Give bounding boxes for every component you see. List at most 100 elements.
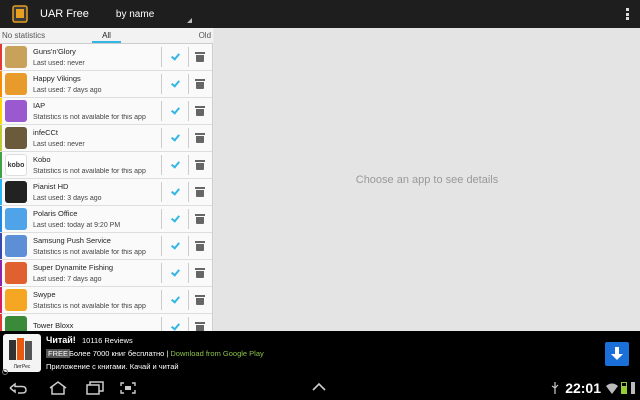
chevron-up-icon[interactable] — [311, 382, 327, 392]
app-list-row[interactable]: Swype Statistics is not available for thi… — [0, 287, 212, 314]
divider — [161, 263, 162, 283]
trash-icon[interactable] — [195, 133, 205, 143]
checkbox-checked-icon[interactable] — [170, 106, 180, 116]
divider — [188, 74, 189, 94]
trash-icon[interactable] — [195, 322, 205, 331]
divider — [161, 47, 162, 67]
divider — [188, 290, 189, 310]
app-status: Statistics is not available for this app — [33, 249, 146, 256]
home-icon[interactable] — [48, 380, 68, 396]
app-list-row[interactable]: infeCCt Last used: never — [0, 125, 212, 152]
app-list-row[interactable]: kobo Kobo Statistics is not available for … — [0, 152, 212, 179]
trash-icon[interactable] — [195, 106, 205, 116]
back-icon[interactable] — [8, 382, 28, 394]
app-list-row[interactable]: Samsung Push Service Statistics is not av… — [0, 233, 212, 260]
app-list-row[interactable]: Polaris Office Last used: today at 9:20 P… — [0, 206, 212, 233]
divider — [161, 182, 162, 202]
app-status: Last used: 7 days ago — [33, 87, 102, 94]
ad-tagline: Приложение с книгами. Качай и читай — [46, 362, 179, 371]
app-status: Last used: 3 days ago — [33, 195, 102, 202]
app-text: infeCCt Last used: never — [33, 128, 161, 148]
divider — [161, 236, 162, 256]
app-text: Polaris Office Last used: today at 9:20 P… — [33, 209, 161, 229]
checkbox-checked-icon[interactable] — [170, 241, 180, 251]
ad-description: Более 7000 книг бесплатно | Download fro… — [69, 349, 264, 358]
tower-icon — [5, 316, 27, 331]
app-name: Pianist HD — [33, 182, 69, 191]
checkbox-checked-icon[interactable] — [170, 79, 180, 89]
ad-logo-text: ЛитРес — [13, 364, 31, 370]
ad-info-icon[interactable] — [2, 369, 8, 375]
trash-icon[interactable] — [195, 214, 205, 224]
app-logo-icon[interactable] — [10, 4, 30, 24]
app-list-row[interactable]: Happy Vikings Last used: 7 days ago — [0, 71, 212, 98]
app-name: infeCCt — [33, 128, 59, 137]
divider — [188, 47, 189, 67]
divider — [188, 101, 189, 121]
wifi-icon — [606, 383, 618, 394]
app-list[interactable]: Guns'n'Glory Last used: never Happy Viking… — [0, 44, 213, 331]
recent-apps-icon[interactable] — [86, 381, 104, 395]
ad-app-logo[interactable]: ЛитРес — [3, 334, 41, 372]
ad-play-link[interactable]: Download from Google Play — [170, 349, 263, 358]
trash-icon[interactable] — [195, 241, 205, 251]
app-status: Statistics is not available for this app — [33, 303, 146, 310]
app-text: Kobo Statistics is not available for this… — [33, 155, 161, 175]
trash-icon[interactable] — [195, 295, 205, 305]
screenshot-icon[interactable] — [120, 382, 136, 394]
color-stripe — [0, 260, 2, 286]
checkbox-checked-icon[interactable] — [170, 268, 180, 278]
sort-dropdown[interactable]: by name — [116, 0, 194, 28]
app-text: Samsung Push Service Statistics is not av… — [33, 236, 161, 256]
trash-icon[interactable] — [195, 160, 205, 170]
system-nav-bar: 22:01 — [0, 376, 640, 400]
overflow-menu-icon[interactable] — [626, 8, 630, 20]
iap-icon — [5, 100, 27, 122]
trash-icon[interactable] — [195, 187, 205, 197]
app-title: UAR Free — [40, 8, 89, 20]
status-area[interactable]: 22:01 — [551, 376, 640, 400]
empty-detail-message: Choose an app to see details — [355, 173, 499, 186]
color-stripe — [0, 125, 2, 151]
tab-no-statistics[interactable]: No statistics — [0, 28, 72, 43]
piano-icon — [5, 181, 27, 203]
checkbox-checked-icon[interactable] — [170, 160, 180, 170]
app-list-row[interactable]: Pianist HD Last used: 3 days ago — [0, 179, 212, 206]
app-name: Super Dynamite Fishing — [33, 263, 114, 272]
checkbox-checked-icon[interactable] — [170, 214, 180, 224]
dropdown-arrow-icon — [187, 18, 193, 23]
color-stripe — [0, 98, 2, 124]
checkbox-checked-icon[interactable] — [170, 295, 180, 305]
app-text: Tower Bloxx — [33, 321, 161, 332]
ad-banner[interactable]: ЛитРес Читай! 10116 Reviews FREE Более 7… — [0, 331, 640, 376]
app-status: Last used: never — [33, 141, 85, 148]
app-list-row[interactable]: IAP Statistics is not available for this … — [0, 98, 212, 125]
divider — [161, 74, 162, 94]
app-status: Statistics is not available for this app — [33, 114, 146, 121]
action-bar: UAR Free by name — [0, 0, 640, 28]
tab-old[interactable]: Old — [141, 28, 213, 43]
app-list-row[interactable]: Tower Bloxx — [0, 314, 212, 331]
checkbox-checked-icon[interactable] — [170, 322, 180, 331]
checkbox-checked-icon[interactable] — [170, 133, 180, 143]
trash-icon[interactable] — [195, 52, 205, 62]
checkbox-checked-icon[interactable] — [170, 52, 180, 62]
detail-pane: Choose an app to see details — [214, 28, 640, 331]
trash-icon[interactable] — [195, 79, 205, 89]
ad-download-button[interactable] — [605, 342, 629, 366]
app-name: Polaris Office — [33, 209, 78, 218]
ad-title: Читай! — [46, 335, 76, 345]
ad-description-text: Более 7000 книг бесплатно | — [69, 349, 169, 358]
app-name: Happy Vikings — [33, 74, 81, 83]
divider — [188, 128, 189, 148]
app-list-row[interactable]: Guns'n'Glory Last used: never — [0, 44, 212, 71]
tab-all[interactable]: All — [72, 28, 142, 43]
checkbox-checked-icon[interactable] — [170, 187, 180, 197]
screen: UAR Free by name No statistics All Old G… — [0, 0, 640, 400]
app-status: Statistics is not available for this app — [33, 168, 146, 175]
color-stripe — [0, 287, 2, 313]
trash-icon[interactable] — [195, 268, 205, 278]
app-list-row[interactable]: Super Dynamite Fishing Last used: 7 days … — [0, 260, 212, 287]
push-arrows-icon — [5, 235, 27, 257]
color-stripe — [0, 152, 2, 178]
